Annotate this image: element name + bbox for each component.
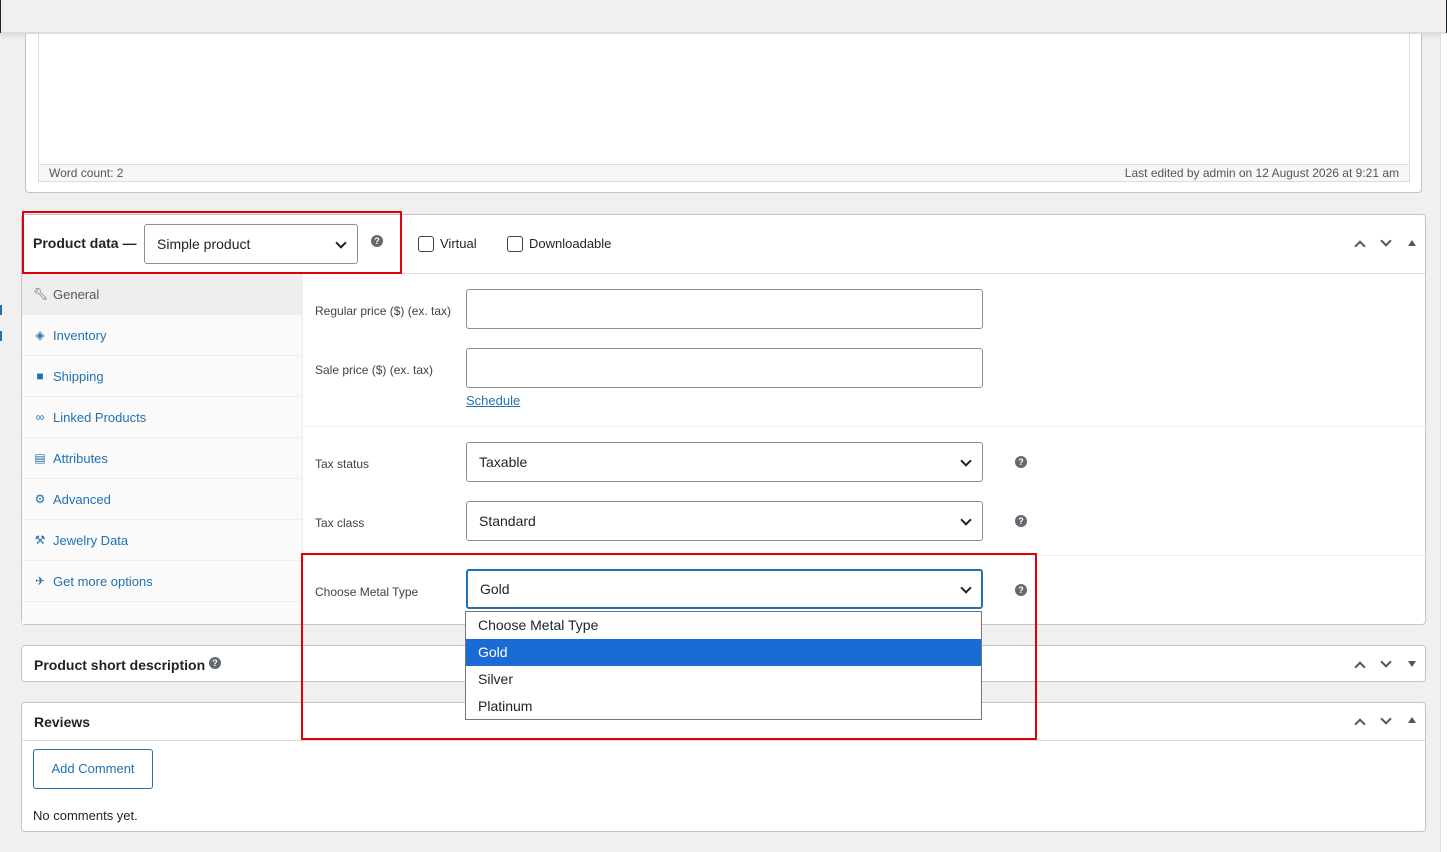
tab-label: Shipping xyxy=(53,369,104,384)
product-data-card: Product data — Simple product ? Virtual … xyxy=(21,214,1426,625)
sidebar-marker xyxy=(0,305,2,315)
word-count: Word count: 2 xyxy=(49,166,124,180)
collapse-toggle-icon[interactable] xyxy=(1408,240,1416,246)
scrollbar-track[interactable] xyxy=(1440,34,1447,852)
dropdown-option[interactable]: Choose Metal Type xyxy=(466,612,981,639)
dropdown-option-selected[interactable]: Gold xyxy=(466,639,981,666)
editor-status-bar: Word count: 2 Last edited by admin on 12… xyxy=(39,164,1409,181)
schedule-link[interactable]: Schedule xyxy=(466,393,520,408)
metal-type-dropdown-list[interactable]: Choose Metal Type Gold Silver Platinum xyxy=(465,611,982,720)
chevron-down-icon xyxy=(960,455,972,467)
last-edited: Last edited by admin on 12 August 2026 a… xyxy=(1124,166,1399,180)
tab-label: Get more options xyxy=(53,574,153,589)
collapse-toggle-icon[interactable] xyxy=(1408,717,1416,723)
downloadable-label: Downloadable xyxy=(529,236,612,252)
move-up-icon[interactable] xyxy=(1354,718,1366,730)
tab-label: Linked Products xyxy=(53,410,147,425)
tab-general[interactable]: 🔧︎ General xyxy=(22,274,302,315)
general-panel: Regular price ($) (ex. tax) Sale price (… xyxy=(304,274,1426,624)
tab-label: Inventory xyxy=(53,328,107,343)
tax-class-select[interactable]: Standard xyxy=(466,501,983,541)
tab-jewelry-data[interactable]: ⚒ Jewelry Data xyxy=(22,520,302,561)
tab-linked-products[interactable]: ∞ Linked Products xyxy=(22,397,302,438)
checkbox-icon[interactable] xyxy=(418,235,434,252)
help-icon[interactable]: ? xyxy=(1015,515,1027,527)
sidebar-marker xyxy=(0,331,2,341)
sale-price-label: Sale price ($) (ex. tax) xyxy=(315,363,434,377)
dropdown-option[interactable]: Silver xyxy=(466,666,981,693)
dropdown-option[interactable]: Platinum xyxy=(466,693,981,720)
virtual-label: Virtual xyxy=(440,236,477,252)
tab-get-more-options[interactable]: ✈ Get more options xyxy=(22,561,302,602)
plugin-icon: ✈ xyxy=(34,574,46,588)
wrench-icon: 🔧︎ xyxy=(33,287,49,301)
chevron-down-icon xyxy=(960,514,972,526)
sale-price-input[interactable] xyxy=(466,348,983,388)
help-icon[interactable]: ? xyxy=(209,657,221,669)
regular-price-label: Regular price ($) (ex. tax) xyxy=(315,304,452,318)
product-data-title: Product data — xyxy=(33,235,137,251)
product-type-select[interactable]: Simple product xyxy=(144,224,358,264)
link-icon: ∞ xyxy=(35,410,45,424)
tax-class-value: Standard xyxy=(479,513,536,529)
help-icon[interactable]: ? xyxy=(1015,456,1027,468)
virtual-checkbox[interactable]: Virtual xyxy=(418,235,477,252)
wrench-icon: ⚒ xyxy=(34,533,46,547)
tab-label: Attributes xyxy=(53,451,108,466)
metal-type-value: Gold xyxy=(480,581,510,597)
metal-type-label: Choose Metal Type xyxy=(315,585,419,599)
reviews-title: Reviews xyxy=(34,714,91,730)
add-comment-button[interactable]: Add Comment xyxy=(33,749,153,789)
tax-status-value: Taxable xyxy=(479,454,528,470)
tax-class-label: Tax class xyxy=(315,516,365,530)
metal-type-select[interactable]: Gold xyxy=(466,569,983,609)
tab-label: Jewelry Data xyxy=(53,533,129,548)
short-description-title: Product short description xyxy=(34,657,206,673)
list-icon: ▤ xyxy=(34,451,46,465)
tab-advanced[interactable]: ⚙ Advanced xyxy=(22,479,302,520)
tab-label: Advanced xyxy=(53,492,111,507)
tab-label: General xyxy=(53,287,100,302)
tab-inventory[interactable]: ◈ Inventory xyxy=(22,315,302,356)
tax-status-label: Tax status xyxy=(315,457,370,471)
product-type-value: Simple product xyxy=(157,236,251,252)
help-icon[interactable]: ? xyxy=(371,235,383,247)
expand-toggle-icon[interactable] xyxy=(1408,661,1416,667)
reviews-card: Reviews Add Comment No comments yet. xyxy=(21,702,1426,832)
tag-icon: ◈ xyxy=(35,328,45,342)
product-data-tabs: 🔧︎ General ◈ Inventory ■ Shipping ∞ Linked P… xyxy=(22,274,303,624)
tab-attributes[interactable]: ▤ Attributes xyxy=(22,438,302,479)
move-down-icon[interactable] xyxy=(1380,235,1392,247)
tax-status-select[interactable]: Taxable xyxy=(466,442,983,482)
content-editor-card: Word count: 2 Last edited by admin on 12… xyxy=(25,34,1422,193)
tab-shipping[interactable]: ■ Shipping xyxy=(22,356,302,397)
content-editor-area[interactable]: Word count: 2 Last edited by admin on 12… xyxy=(38,34,1410,182)
downloadable-checkbox[interactable]: Downloadable xyxy=(507,235,611,252)
move-down-icon[interactable] xyxy=(1380,713,1392,725)
checkbox-icon[interactable] xyxy=(507,235,523,252)
window-edge xyxy=(0,0,1,33)
chevron-down-icon xyxy=(960,582,972,594)
truck-icon: ■ xyxy=(36,369,44,383)
gear-icon: ⚙ xyxy=(34,492,46,506)
product-data-header: Product data — Simple product ? Virtual … xyxy=(22,215,1425,274)
section-divider xyxy=(304,555,1426,556)
help-icon[interactable]: ? xyxy=(1015,584,1027,596)
move-up-icon[interactable] xyxy=(1354,661,1366,673)
chevron-down-icon xyxy=(335,237,347,249)
move-down-icon[interactable] xyxy=(1380,656,1392,668)
move-up-icon[interactable] xyxy=(1354,240,1366,252)
admin-top-bar xyxy=(0,0,1447,33)
section-divider xyxy=(304,426,1426,427)
no-comments-text: No comments yet. xyxy=(33,808,138,823)
regular-price-input[interactable] xyxy=(466,289,983,329)
